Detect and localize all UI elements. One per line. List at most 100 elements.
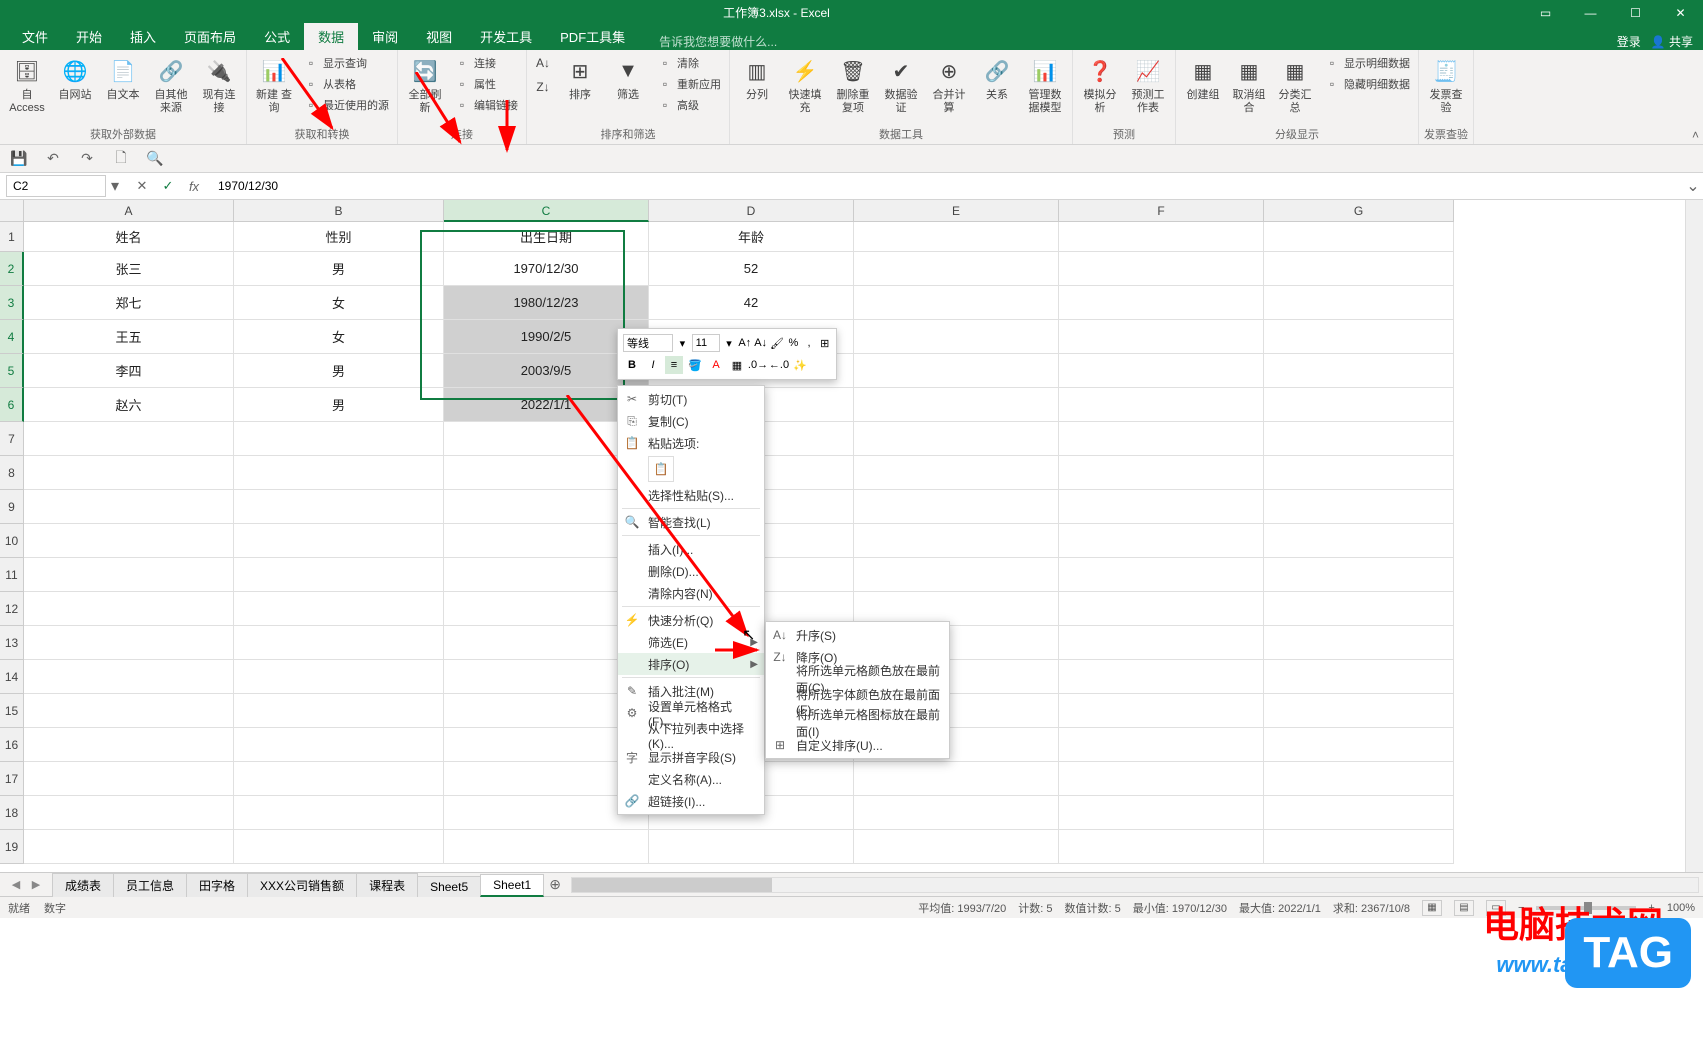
cell[interactable]	[1264, 660, 1454, 694]
row-header[interactable]: 1	[0, 222, 24, 252]
format-painter-icon[interactable]: ✨	[791, 356, 809, 374]
cell[interactable]	[1264, 796, 1454, 830]
row-header[interactable]: 15	[0, 694, 24, 728]
menu-tab-4[interactable]: 公式	[250, 23, 304, 50]
row-header[interactable]: 17	[0, 762, 24, 796]
row-header[interactable]: 11	[0, 558, 24, 592]
cell[interactable]	[1059, 762, 1264, 796]
name-box[interactable]: C2	[6, 175, 106, 197]
decrease-font-icon[interactable]: A↓	[754, 334, 767, 352]
cell[interactable]	[649, 830, 854, 864]
cell[interactable]	[234, 728, 444, 762]
cell[interactable]	[1059, 388, 1264, 422]
ribbon-small-button[interactable]: ▫隐藏明细数据	[1320, 74, 1414, 94]
cell[interactable]	[234, 762, 444, 796]
cell[interactable]	[234, 524, 444, 558]
row-header[interactable]: 19	[0, 830, 24, 864]
sort-asc-button[interactable]: A↓	[531, 53, 555, 73]
cell[interactable]: 42	[649, 286, 854, 320]
cell[interactable]	[1059, 626, 1264, 660]
context-menu-item[interactable]: 清除内容(N)	[618, 582, 764, 604]
ribbon-small-button[interactable]: ▫连接	[450, 53, 522, 73]
cell[interactable]: 赵六	[24, 388, 234, 422]
sheet-nav-first-icon[interactable]: ◀	[8, 877, 24, 893]
row-header[interactable]: 16	[0, 728, 24, 762]
column-header[interactable]: D	[649, 200, 854, 222]
border-icon[interactable]: ▦	[728, 356, 746, 374]
context-menu-item[interactable]: ✂剪切(T)	[618, 388, 764, 410]
data-tool-button[interactable]: ✔数据验证	[878, 53, 924, 117]
zoom-level[interactable]: 100%	[1667, 902, 1695, 914]
cell[interactable]	[854, 762, 1059, 796]
column-header[interactable]: B	[234, 200, 444, 222]
row-header[interactable]: 12	[0, 592, 24, 626]
ribbon-small-button[interactable]: ▫清除	[653, 53, 725, 73]
cell[interactable]	[854, 286, 1059, 320]
cell[interactable]: 男	[234, 252, 444, 286]
maximize-icon[interactable]: ☐	[1613, 0, 1658, 25]
cell[interactable]	[1264, 354, 1454, 388]
cell[interactable]	[24, 558, 234, 592]
cell[interactable]: 郑七	[24, 286, 234, 320]
minimize-icon[interactable]: —	[1568, 0, 1613, 25]
outline-button[interactable]: ▦分类汇总	[1272, 53, 1318, 117]
context-menu-item[interactable]: 🔗超链接(I)...	[618, 790, 764, 812]
cell[interactable]	[1059, 592, 1264, 626]
external-data-button[interactable]: 📄自文本	[100, 53, 146, 104]
sort-button[interactable]: ⊞ 排序	[557, 53, 603, 104]
cell[interactable]	[1264, 830, 1454, 864]
cell[interactable]	[1059, 524, 1264, 558]
sheet-tab[interactable]: 课程表	[356, 873, 418, 897]
cell[interactable]: 年龄	[649, 222, 854, 252]
row-header[interactable]: 8	[0, 456, 24, 490]
sheet-nav-last-icon[interactable]: ▶	[28, 877, 44, 893]
row-header[interactable]: 6	[0, 388, 24, 422]
cell[interactable]: 男	[234, 388, 444, 422]
data-tool-button[interactable]: 🗑删除重复项	[830, 53, 876, 117]
page-layout-button[interactable]: ▤	[1454, 900, 1474, 916]
mini-font-select[interactable]	[623, 334, 673, 352]
decimal-increase-icon[interactable]: .0→	[749, 356, 767, 374]
menu-tab-6[interactable]: 审阅	[358, 23, 412, 50]
cell[interactable]: 1970/12/30	[444, 252, 649, 286]
outline-button[interactable]: ▦创建组	[1180, 53, 1226, 117]
cell[interactable]	[234, 490, 444, 524]
sheet-tab[interactable]: Sheet5	[417, 876, 481, 897]
cell[interactable]: 姓名	[24, 222, 234, 252]
increase-font-icon[interactable]: A↑	[738, 334, 751, 352]
print-preview-icon[interactable]: 🔍	[144, 148, 166, 170]
cell[interactable]	[234, 558, 444, 592]
bold-icon[interactable]: B	[623, 356, 641, 374]
horizontal-scrollbar[interactable]	[571, 877, 1699, 893]
cell[interactable]	[1264, 762, 1454, 796]
name-box-dropdown-icon[interactable]: ▾	[106, 176, 124, 196]
cell[interactable]	[24, 660, 234, 694]
context-menu-item[interactable]: 选择性粘贴(S)...	[618, 484, 764, 506]
redo-icon[interactable]: ↷	[76, 148, 98, 170]
format-painter-icon[interactable]: 🖌	[770, 334, 784, 352]
forecast-button[interactable]: 📈预测工作表	[1125, 53, 1171, 117]
column-header[interactable]: C	[444, 200, 649, 222]
context-menu-item[interactable]: 定义名称(A)...	[618, 768, 764, 790]
cell[interactable]	[1059, 830, 1264, 864]
column-header[interactable]: E	[854, 200, 1059, 222]
ribbon-small-button[interactable]: ▫显示明细数据	[1320, 53, 1414, 73]
data-tool-button[interactable]: ⊕合并计算	[926, 53, 972, 117]
dropdown-icon[interactable]: ▾	[676, 334, 689, 352]
row-header[interactable]: 18	[0, 796, 24, 830]
cell[interactable]	[234, 626, 444, 660]
cell[interactable]: 女	[234, 320, 444, 354]
context-menu-item[interactable]: 字显示拼音字段(S)	[618, 746, 764, 768]
comma-icon[interactable]: ,	[803, 334, 816, 352]
cell[interactable]	[234, 592, 444, 626]
row-header[interactable]: 4	[0, 320, 24, 354]
vertical-scrollbar[interactable]	[1685, 200, 1703, 872]
external-data-button[interactable]: 🌐自网站	[52, 53, 98, 104]
cell[interactable]	[24, 762, 234, 796]
column-header[interactable]: F	[1059, 200, 1264, 222]
row-header[interactable]: 2	[0, 252, 24, 286]
external-data-button[interactable]: 🗄自Access	[4, 53, 50, 117]
row-header[interactable]: 14	[0, 660, 24, 694]
sheet-tab[interactable]: 成绩表	[52, 873, 114, 897]
cell[interactable]	[234, 796, 444, 830]
